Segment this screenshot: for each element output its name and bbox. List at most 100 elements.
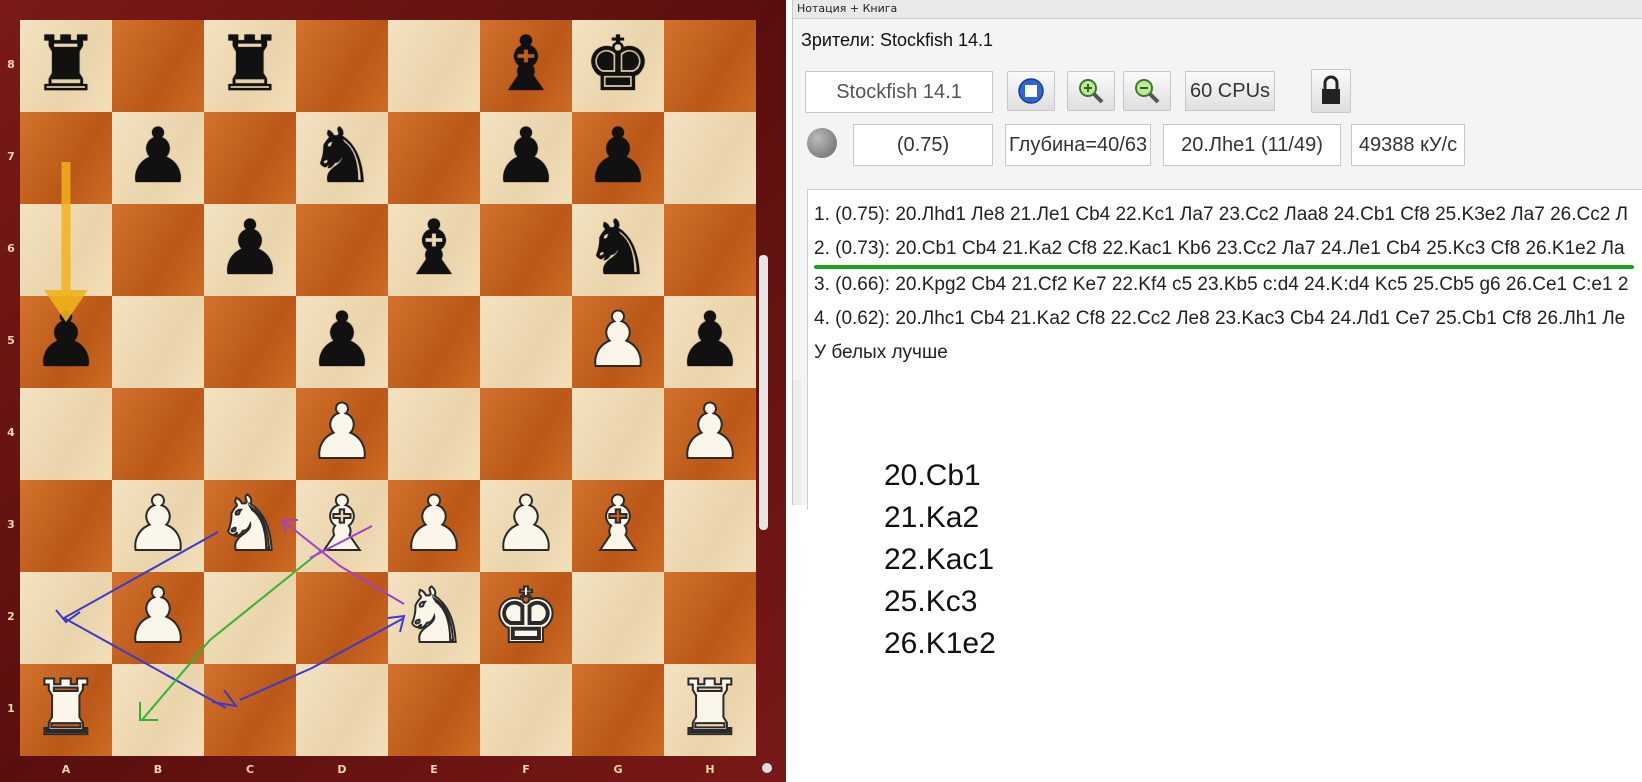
square-c1[interactable] xyxy=(204,664,296,756)
square-g2[interactable] xyxy=(572,572,664,664)
square-g4[interactable] xyxy=(572,388,664,480)
square-a6[interactable] xyxy=(20,204,112,296)
move-item: 22.Kac1 xyxy=(884,543,995,576)
lock-button[interactable] xyxy=(1311,69,1351,113)
square-a2[interactable] xyxy=(20,572,112,664)
add-line-button[interactable] xyxy=(1067,71,1115,111)
black-piece-c6[interactable]: ♟ xyxy=(204,204,296,296)
square-h3[interactable] xyxy=(664,480,756,572)
black-piece-d7[interactable]: ♞ xyxy=(296,112,388,204)
square-f1[interactable] xyxy=(480,664,572,756)
square-f4[interactable] xyxy=(480,388,572,480)
cpus-button[interactable]: 60 CPUs xyxy=(1185,71,1275,111)
square-h7[interactable] xyxy=(664,112,756,204)
square-e5[interactable] xyxy=(388,296,480,388)
square-b6[interactable] xyxy=(112,204,204,296)
engine-name-button[interactable]: Stockfish 14.1 xyxy=(805,71,993,113)
file-label: D xyxy=(337,763,347,776)
panel-scrollbar[interactable] xyxy=(793,380,801,505)
black-piece-e6[interactable]: ♝ xyxy=(388,204,480,296)
candidate-moves-list: 20.Cb1 21.Ka2 22.Kac1 25.Kc3 26.K1e2 xyxy=(884,455,996,665)
square-c5[interactable] xyxy=(204,296,296,388)
rank-label: 5 xyxy=(7,334,15,347)
square-a7[interactable] xyxy=(20,112,112,204)
white-piece-a1[interactable]: ♜ xyxy=(20,663,112,756)
square-b8[interactable] xyxy=(112,20,204,112)
file-label: G xyxy=(613,763,623,776)
rank-label: 4 xyxy=(7,426,15,439)
square-g1[interactable] xyxy=(572,664,664,756)
square-e8[interactable] xyxy=(388,20,480,112)
white-piece-f3[interactable]: ♟ xyxy=(480,479,572,572)
black-piece-g7[interactable]: ♟ xyxy=(572,112,664,204)
square-d8[interactable] xyxy=(296,20,388,112)
square-a3[interactable] xyxy=(20,480,112,572)
white-piece-c3[interactable]: ♞ xyxy=(204,479,296,572)
white-piece-h4[interactable]: ♟ xyxy=(664,387,756,480)
rank-label: 2 xyxy=(7,610,15,623)
black-piece-d5[interactable]: ♟ xyxy=(296,296,388,388)
analysis-line[interactable]: 3. (0.66): 20.Kpg2 Cb4 21.Cf2 Ke7 22.Kf4… xyxy=(814,274,1628,296)
square-h2[interactable] xyxy=(664,572,756,664)
analysis-line[interactable]: 2. (0.73): 20.Cb1 Cb4 21.Ka2 Cf8 22.Kac1… xyxy=(814,238,1625,260)
engine-status-icon xyxy=(807,128,837,158)
file-label: A xyxy=(61,763,71,776)
highlight-underline xyxy=(814,265,1634,269)
file-label: B xyxy=(153,763,163,776)
white-piece-h1[interactable]: ♜ xyxy=(664,663,756,756)
black-piece-a8[interactable]: ♜ xyxy=(20,20,112,112)
square-c2[interactable] xyxy=(204,572,296,664)
file-label: C xyxy=(245,763,255,776)
square-e1[interactable] xyxy=(388,664,480,756)
square-e7[interactable] xyxy=(388,112,480,204)
white-piece-b2[interactable]: ♟ xyxy=(112,571,204,664)
resize-handle-icon[interactable] xyxy=(762,763,772,773)
white-piece-g5[interactable]: ♟ xyxy=(572,295,664,388)
white-piece-d3[interactable]: ♝ xyxy=(296,479,388,572)
rank-label: 6 xyxy=(7,242,15,255)
rank-label: 1 xyxy=(7,702,15,715)
square-f6[interactable] xyxy=(480,204,572,296)
black-piece-g6[interactable]: ♞ xyxy=(572,204,664,296)
stop-icon xyxy=(1018,78,1044,104)
analysis-line[interactable]: 1. (0.75): 20.Лhd1 Ле8 21.Ле1 Cb4 22.Kc1… xyxy=(814,204,1628,226)
square-c7[interactable] xyxy=(204,112,296,204)
black-piece-g8[interactable]: ♚ xyxy=(572,20,664,112)
zoom-out-icon xyxy=(1135,79,1160,104)
square-c4[interactable] xyxy=(204,388,296,480)
square-d1[interactable] xyxy=(296,664,388,756)
square-b4[interactable] xyxy=(112,388,204,480)
white-piece-b3[interactable]: ♟ xyxy=(112,479,204,572)
white-piece-g3[interactable]: ♝ xyxy=(572,479,664,572)
square-d2[interactable] xyxy=(296,572,388,664)
white-piece-d4[interactable]: ♟ xyxy=(296,387,388,480)
square-b1[interactable] xyxy=(112,664,204,756)
white-piece-e2[interactable]: ♞ xyxy=(388,571,480,664)
square-f5[interactable] xyxy=(480,296,572,388)
board-scrollbar[interactable] xyxy=(759,255,768,530)
square-a4[interactable] xyxy=(20,388,112,480)
black-piece-f7[interactable]: ♟ xyxy=(480,112,572,204)
analysis-line[interactable]: 4. (0.62): 20.Лhc1 Cb4 21.Ka2 Cf8 22.Cc2… xyxy=(814,308,1625,330)
rank-label: 3 xyxy=(7,518,15,531)
depth: Глубина=40/63 xyxy=(1005,124,1151,166)
chessboard[interactable]: ♜ ♜ ♝ ♚ ♟ ♞ ♟ ♟ ♟ ♝ ♞ ♟ ♟ ♟ ♟ ♟ ♟ ♟ ♞ ♝ ♟ ♟ ♝ ♟ ♞ ♚ ♜ ♜ xyxy=(20,20,756,756)
white-piece-f2[interactable]: ♚ xyxy=(480,571,572,664)
move-item: 20.Cb1 xyxy=(884,459,981,492)
white-piece-e3[interactable]: ♟ xyxy=(388,479,480,572)
square-h6[interactable] xyxy=(664,204,756,296)
square-e4[interactable] xyxy=(388,388,480,480)
square-h8[interactable] xyxy=(664,20,756,112)
square-d6[interactable] xyxy=(296,204,388,296)
move-item: 25.Kc3 xyxy=(884,585,978,618)
black-piece-c8[interactable]: ♜ xyxy=(204,20,296,112)
stop-engine-button[interactable] xyxy=(1007,71,1055,111)
black-piece-a5[interactable]: ♟ xyxy=(20,296,112,388)
black-piece-h5[interactable]: ♟ xyxy=(664,296,756,388)
speed: 49388 кУ/с xyxy=(1351,124,1465,166)
remove-line-button[interactable] xyxy=(1123,71,1171,111)
move-item: 26.K1e2 xyxy=(884,627,996,660)
square-b5[interactable] xyxy=(112,296,204,388)
black-piece-f8[interactable]: ♝ xyxy=(480,20,572,112)
black-piece-b7[interactable]: ♟ xyxy=(112,112,204,204)
